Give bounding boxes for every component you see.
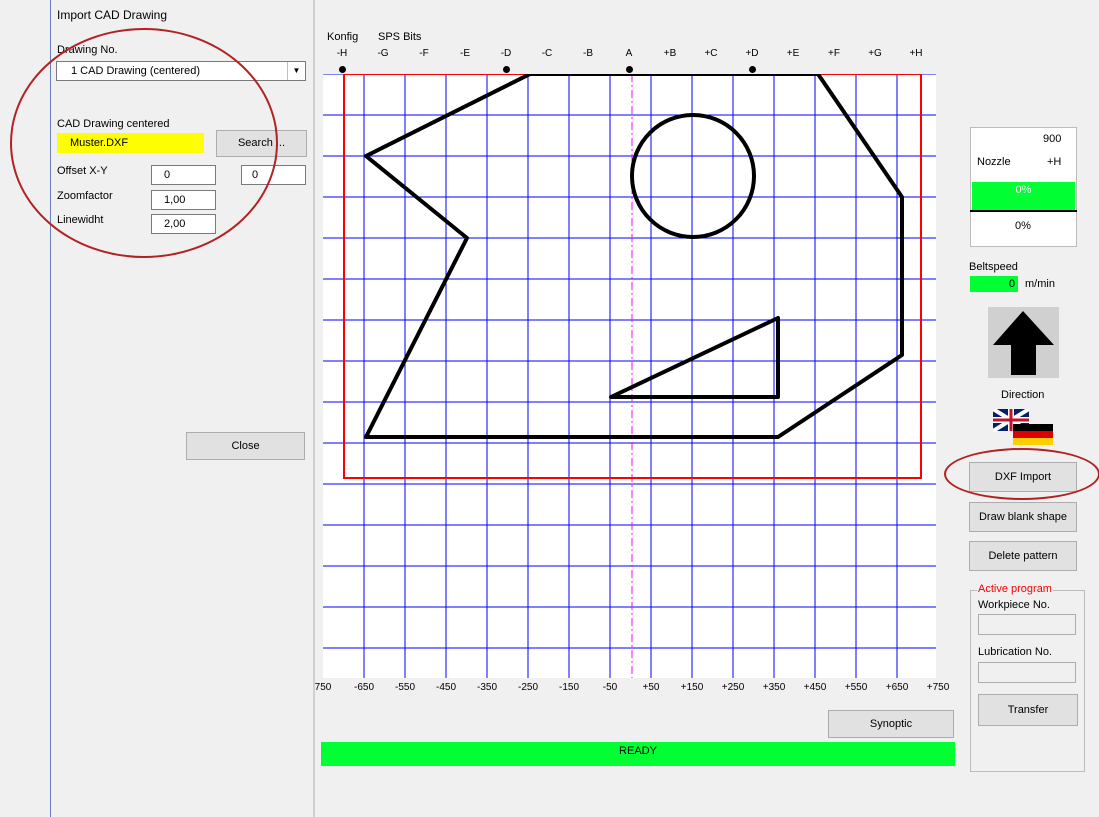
top-tick-label: -G	[377, 48, 389, 59]
annotation-circle-dialog	[10, 28, 278, 258]
status-bar: READY	[321, 742, 955, 766]
top-tick-label: +H	[909, 48, 923, 59]
bottom-tick-label: 750	[314, 682, 332, 693]
transfer-button[interactable]: Transfer	[978, 694, 1078, 726]
canvas-background	[323, 74, 936, 678]
bottom-tick-label: +350	[762, 682, 786, 693]
bottom-tick-label: -650	[353, 682, 374, 693]
synoptic-button[interactable]: Synoptic	[828, 710, 954, 738]
bottom-tick-label: -50	[602, 682, 618, 693]
top-tick-label: A	[625, 48, 633, 59]
top-tick-label: +E	[786, 48, 800, 59]
bottom-tick-label: +150	[680, 682, 704, 693]
progress-bottom-value: 0%	[1015, 220, 1031, 232]
beltspeed-label: Beltspeed	[969, 261, 1018, 273]
nozzle-marker-dot	[339, 66, 346, 73]
bottom-tick-label: -250	[517, 682, 538, 693]
workpiece-field[interactable]	[978, 614, 1076, 635]
annotation-circle-dxf-import	[944, 448, 1099, 500]
sps-bits-menu[interactable]: SPS Bits	[378, 31, 421, 43]
beltspeed-value: 0	[970, 276, 1018, 292]
top-tick-label: +D	[745, 48, 759, 59]
bottom-tick-label: -150	[558, 682, 579, 693]
bottom-tick-label: +650	[885, 682, 909, 693]
top-tick-label: -F	[419, 48, 429, 59]
nozzle-marker-dot	[626, 66, 633, 73]
top-tick-label: -B	[583, 48, 593, 59]
bottom-tick-label: -350	[476, 682, 497, 693]
bottom-tick-label: -450	[435, 682, 456, 693]
counter-value: 900	[1043, 133, 1062, 145]
language-flag-icon[interactable]	[993, 409, 1053, 445]
panel-separator	[313, 0, 315, 817]
top-tick-label: -C	[541, 48, 553, 59]
close-button[interactable]: Close	[186, 432, 305, 460]
bottom-tick-label: +50	[642, 682, 660, 693]
nozzle-label: Nozzle	[977, 156, 1011, 168]
chevron-down-icon[interactable]: ▼	[287, 62, 305, 80]
delete-pattern-button[interactable]: Delete pattern	[969, 541, 1077, 571]
beltspeed-unit: m/min	[1025, 278, 1055, 290]
bottom-tick-label: +750	[926, 682, 950, 693]
workpiece-label: Workpiece No.	[978, 599, 1050, 611]
cad-drawing-canvas[interactable]	[323, 74, 936, 678]
draw-blank-shape-button[interactable]: Draw blank shape	[969, 502, 1077, 532]
top-tick-label: -D	[500, 48, 512, 59]
bottom-tick-label: +550	[844, 682, 868, 693]
bottom-tick-label: -550	[394, 682, 415, 693]
top-tick-label: +F	[828, 48, 840, 59]
nozzle-value: +H	[1047, 156, 1062, 168]
lubrication-field[interactable]	[978, 662, 1076, 683]
direction-arrow-icon[interactable]	[988, 307, 1059, 378]
progress-divider	[970, 210, 1077, 212]
bottom-tick-label: +250	[721, 682, 745, 693]
top-tick-label: +C	[704, 48, 718, 59]
lubrication-label: Lubrication No.	[978, 646, 1052, 658]
top-tick-label: +B	[663, 48, 677, 59]
konfig-menu[interactable]: Konfig	[327, 31, 358, 43]
dialog-title: Import CAD Drawing	[57, 8, 168, 22]
top-tick-label: -E	[460, 48, 470, 59]
progress-bar-top: 0%	[972, 182, 1075, 210]
nozzle-marker-dot	[503, 66, 510, 73]
nozzle-marker-dot	[749, 66, 756, 73]
direction-label: Direction	[1001, 389, 1045, 401]
bottom-tick-label: +450	[803, 682, 827, 693]
top-tick-label: +G	[868, 48, 882, 59]
top-tick-label: -H	[336, 48, 348, 59]
active-program-label: Active program	[977, 583, 1053, 595]
